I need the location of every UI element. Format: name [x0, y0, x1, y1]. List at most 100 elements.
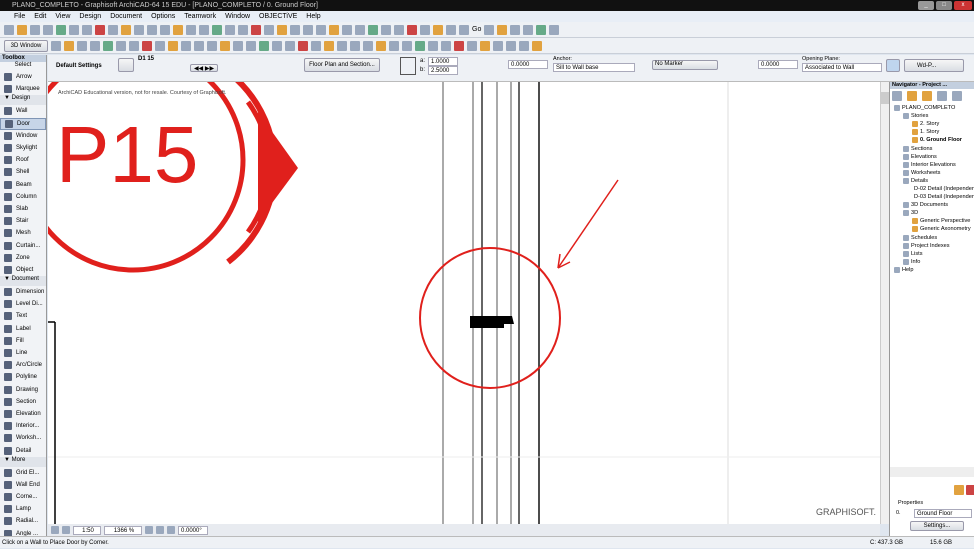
toolbar-tool-icon[interactable] — [246, 40, 256, 51]
zoom-field[interactable]: 1366 % — [104, 525, 142, 535]
toolbar-tool-icon[interactable] — [428, 40, 438, 51]
tool-window[interactable]: Window — [0, 130, 46, 142]
navigator-item[interactable]: Details — [890, 177, 974, 185]
zoom-out-icon[interactable] — [156, 526, 164, 534]
toolbar-tool-icon[interactable] — [147, 24, 157, 35]
tool-mesh[interactable]: Mesh — [0, 227, 46, 239]
tool-object[interactable]: Object — [0, 264, 46, 276]
tool-arccircle[interactable]: Arc/Circle — [0, 359, 46, 371]
tool-worksh[interactable]: Worksh... — [0, 432, 46, 444]
tool-stair[interactable]: Stair — [0, 215, 46, 227]
toolbar-tool-icon[interactable] — [536, 24, 547, 35]
scale-field[interactable]: 1:50 — [73, 525, 101, 535]
tool-dimension[interactable]: Dimension — [0, 286, 46, 298]
view-map-icon[interactable] — [907, 91, 917, 101]
tool-label[interactable]: Label — [0, 323, 46, 335]
sill-height-input[interactable]: 0.0000 — [508, 60, 548, 69]
toolbar-tool-icon[interactable] — [186, 24, 196, 35]
navigator-item[interactable]: Generic Axonometry — [890, 225, 974, 233]
settings-icon[interactable] — [954, 485, 964, 495]
toolbar-tool-icon[interactable] — [497, 24, 508, 35]
toolbar-tool-icon[interactable] — [506, 40, 516, 51]
flip-buttons[interactable]: ◀◀ ▶▶ — [190, 64, 218, 72]
menu-help[interactable]: Help — [306, 11, 320, 22]
toolbar-tool-icon[interactable] — [290, 24, 300, 35]
toolbar-tool-icon[interactable] — [316, 24, 326, 35]
toolbar-tool-icon[interactable] — [337, 40, 347, 51]
toolbar-tool-icon[interactable] — [277, 24, 287, 35]
tool-corne[interactable]: Corne... — [0, 491, 46, 503]
tool-section[interactable]: Section — [0, 396, 46, 408]
navigator-item[interactable]: Schedules — [890, 234, 974, 242]
tool-roof[interactable]: Roof — [0, 154, 46, 166]
toolbar-tool-icon[interactable] — [264, 24, 274, 35]
toolbar-tool-icon[interactable] — [69, 24, 79, 35]
menu-objective[interactable]: OBJECTiVE — [259, 11, 297, 22]
toolbar-tool-icon[interactable] — [355, 24, 365, 35]
toolbox-section-more[interactable]: ▼ More — [0, 456, 46, 467]
anchor-select[interactable]: Sill to Wall base — [553, 63, 635, 72]
navigator-item[interactable]: 1. Story — [890, 128, 974, 136]
toolbar-tool-icon[interactable] — [532, 40, 542, 51]
menu-view[interactable]: View — [55, 11, 70, 22]
toolbar-tool-icon[interactable] — [298, 40, 308, 51]
tool-leveldi[interactable]: Level Di... — [0, 298, 46, 310]
toolbar-tool-icon[interactable] — [363, 40, 373, 51]
toolbar-tool-icon[interactable] — [142, 40, 152, 51]
toolbar-tool-icon[interactable] — [4, 24, 14, 35]
navigator-item[interactable]: Sections — [890, 144, 974, 152]
toolbar-tool-icon[interactable] — [549, 24, 560, 35]
navigator-item[interactable]: Info — [890, 258, 974, 266]
relation-toggle[interactable] — [886, 59, 900, 72]
toolbox-section-document[interactable]: ▼ Document — [0, 276, 46, 286]
navigator-item[interactable]: 3D — [890, 209, 974, 217]
toolbar-tool-icon[interactable] — [134, 24, 144, 35]
toolbar-tool-icon[interactable] — [433, 24, 443, 35]
menu-document[interactable]: Document — [110, 11, 142, 22]
toolbar-tool-icon[interactable] — [402, 40, 412, 51]
navigator-item[interactable]: 0. Ground Floor — [890, 136, 974, 144]
marker-select[interactable]: No Marker — [652, 60, 718, 70]
menu-edit[interactable]: Edit — [34, 11, 46, 22]
toolbar-tool-icon[interactable] — [493, 40, 503, 51]
toolbar-tool-icon[interactable] — [233, 40, 243, 51]
tool-skylight[interactable]: Skylight — [0, 142, 46, 154]
delete-icon[interactable] — [966, 485, 974, 495]
toolbar-tool-icon[interactable] — [199, 24, 209, 35]
toolbar-tool-icon[interactable] — [350, 40, 360, 51]
tool-gridel[interactable]: Grid El... — [0, 467, 46, 479]
navigator-item[interactable]: 3D Documents — [890, 201, 974, 209]
menu-window[interactable]: Window — [225, 11, 250, 22]
menu-teamwork[interactable]: Teamwork — [184, 11, 216, 22]
toolbar-tool-icon[interactable] — [303, 24, 313, 35]
toolbar-tool-icon[interactable] — [194, 40, 204, 51]
navigator-item[interactable]: Generic Perspective — [890, 217, 974, 225]
elevation-input[interactable]: 0.0000 — [758, 60, 798, 69]
toolbar-tool-icon[interactable] — [523, 24, 534, 35]
toolbox-section-design[interactable]: ▼ Design — [0, 95, 46, 106]
navigator-item[interactable]: D-02 Detail (Independent) — [890, 185, 974, 193]
tool-elevation[interactable]: Elevation — [0, 408, 46, 420]
toolbar-tool-icon[interactable] — [381, 24, 391, 35]
toolbar-tool-icon[interactable] — [30, 24, 40, 35]
toolbar-tool-icon[interactable] — [173, 24, 183, 35]
toolbar-tool-icon[interactable] — [342, 24, 352, 35]
tool-beam[interactable]: Beam — [0, 179, 46, 191]
toolbar-tool-icon[interactable] — [238, 24, 248, 35]
toolbar-tool-icon[interactable] — [77, 40, 87, 51]
vertical-scrollbar[interactable] — [880, 82, 889, 524]
toolbar-tool-icon[interactable] — [129, 40, 139, 51]
toolbar-tool-icon[interactable] — [212, 24, 222, 35]
tool-column[interactable]: Column — [0, 191, 46, 203]
tool-text[interactable]: Text — [0, 310, 46, 322]
maximize-button[interactable]: □ — [936, 1, 952, 10]
tool-detail[interactable]: Detail — [0, 444, 46, 456]
menu-design[interactable]: Design — [79, 11, 101, 22]
toolbar-tool-icon[interactable] — [454, 40, 464, 51]
toolbar-tool-icon[interactable] — [484, 24, 495, 35]
toolbar-tool-icon[interactable] — [329, 24, 339, 35]
toolbar-tool-icon[interactable] — [394, 24, 404, 35]
toolbar-tool-icon[interactable] — [207, 40, 217, 51]
navigator-item[interactable]: D-03 Detail (Independent) — [890, 193, 974, 201]
toolbar-tool-icon[interactable] — [160, 24, 170, 35]
